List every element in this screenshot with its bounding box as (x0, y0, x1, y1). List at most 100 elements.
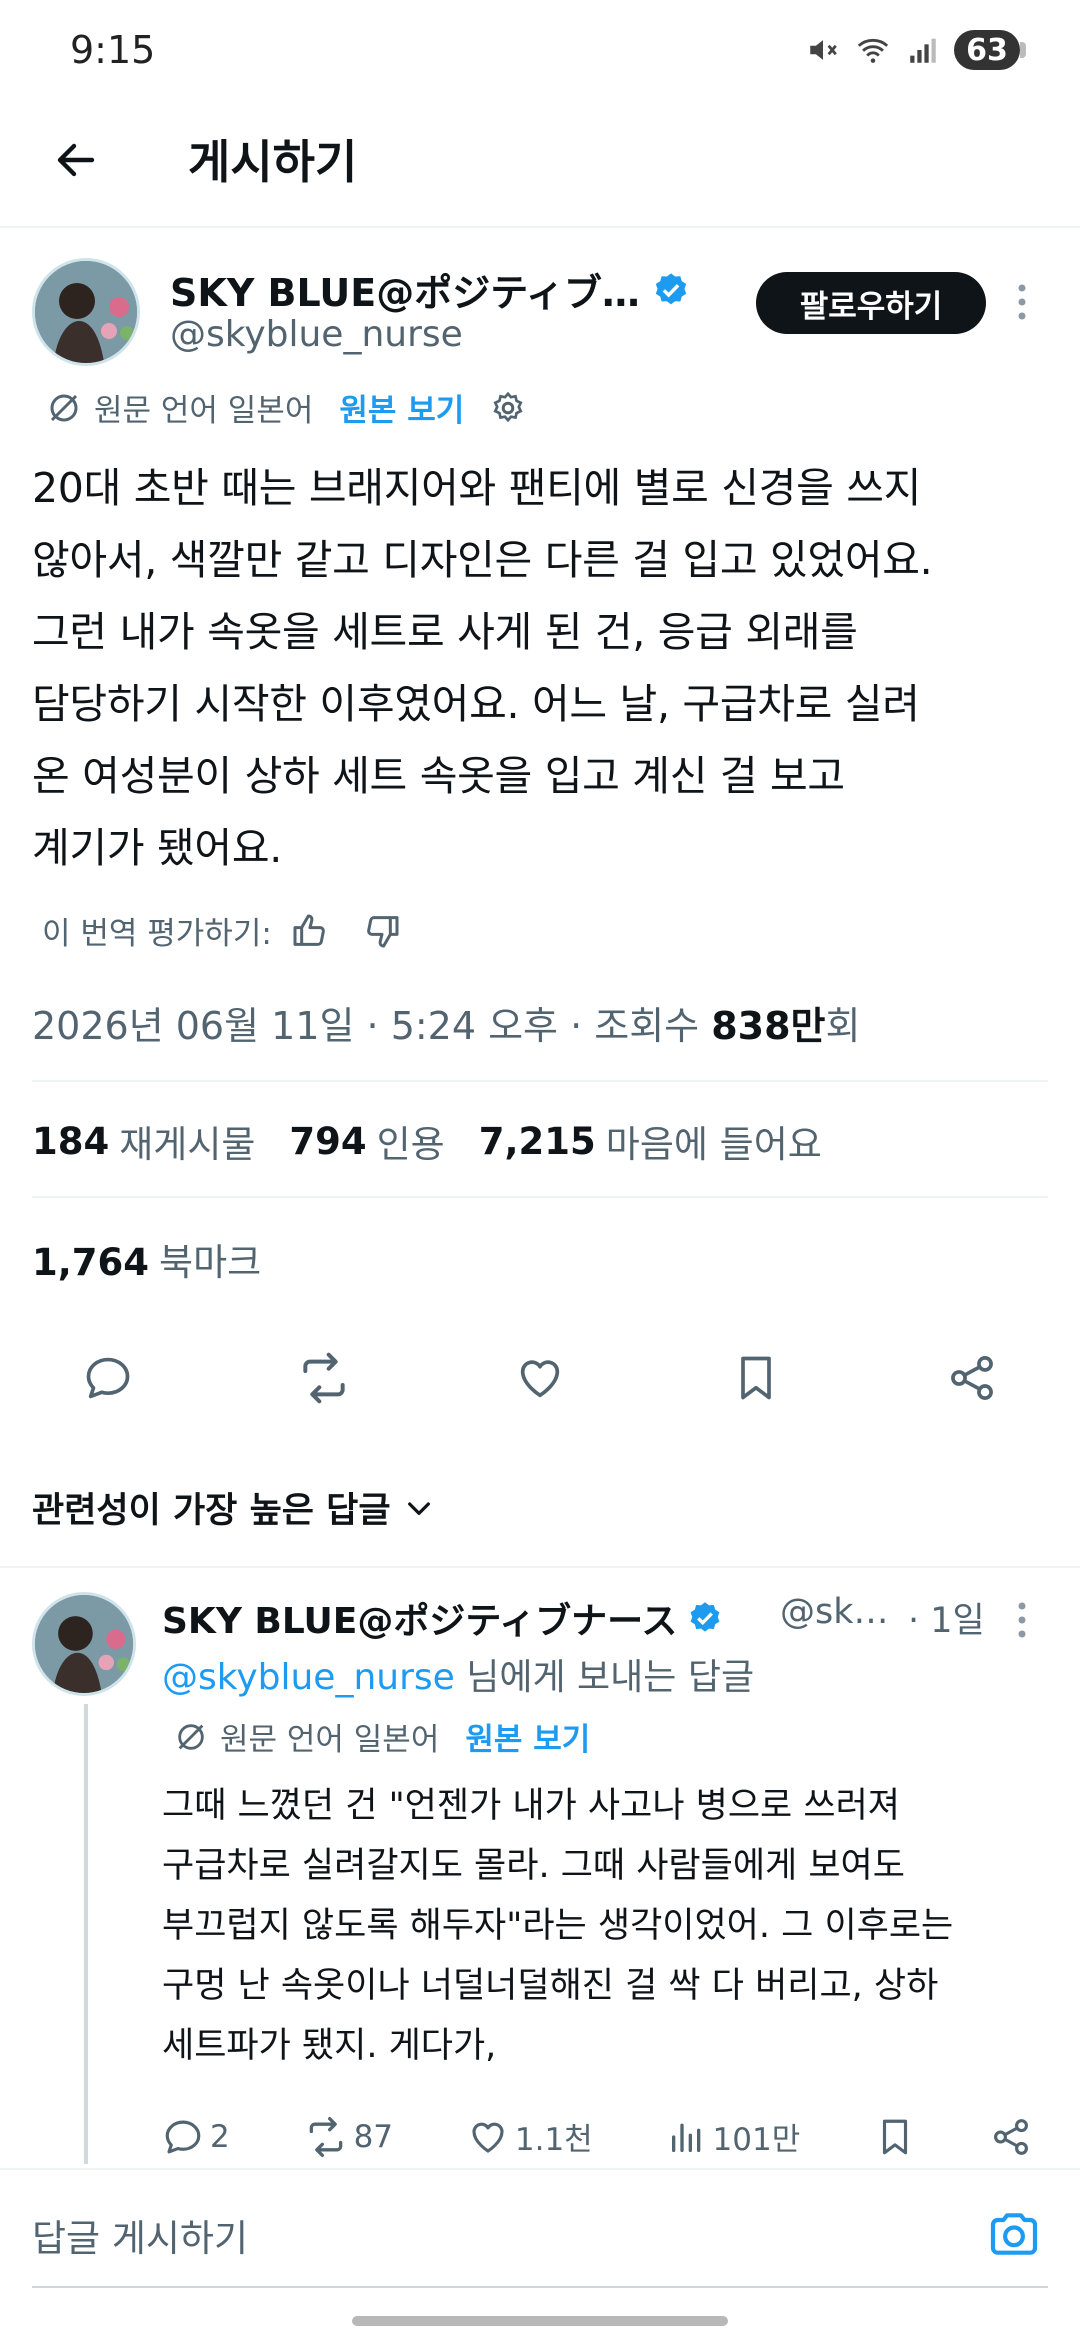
reply-time: · 1일 (908, 1601, 985, 1641)
share-icon (990, 2116, 1032, 2158)
avatar[interactable] (32, 258, 140, 366)
author-name-text: SKY BLUE@ポジティブ… (170, 271, 640, 315)
view-suffix: 회 (825, 1004, 861, 1048)
reply-button[interactable] (78, 1348, 138, 1408)
divider (0, 226, 1080, 228)
thumbs-down-icon[interactable] (362, 911, 402, 951)
reply-views-button[interactable]: 101만 (667, 2114, 801, 2159)
reply-action-bar: 2 87 1.1천 101만 (162, 2114, 1032, 2159)
translate-icon (174, 1720, 208, 1754)
post-line: 않아서, 색깔만 같고 디자인은 다른 걸 입고 있었어요. (32, 536, 933, 584)
reply-line: 구급차로 실려갈지도 몰라. 그때 사람들에게 보여도 (162, 1846, 905, 1886)
reply-count: 2 (210, 2118, 230, 2155)
reply-repost-button[interactable]: 87 (304, 2115, 393, 2159)
divider (0, 1566, 1080, 1568)
bookmark-button[interactable] (726, 1348, 786, 1408)
author-handle[interactable]: @skyblue_nurse (170, 314, 463, 355)
post-meta: 2026년 06월 11일 · 5:24 오후 · 조회수 838만회 (32, 995, 861, 1050)
more-options-icon[interactable] (1016, 282, 1028, 322)
camera-icon (986, 2206, 1042, 2262)
post-line: 온 여성분이 상하 세트 속옷을 입고 계신 걸 보고 (32, 752, 845, 800)
page-title: 게시하기 (188, 135, 358, 189)
translate-icon (46, 390, 82, 426)
reply-avatar[interactable] (32, 1592, 136, 1696)
arrow-left-icon (52, 136, 100, 184)
reply-line: 구멍 난 속옷이나 너덜너덜해진 걸 싹 다 버리고, 상하 (162, 1966, 939, 2006)
view-count: 101만 (712, 2122, 801, 2158)
status-time: 9:15 (70, 28, 156, 72)
rate-label: 이 번역 평가하기: (42, 916, 272, 952)
translation-note: 원문 언어 일본어 (94, 393, 314, 429)
reply-line: 세트파가 됐지. 게다가, (162, 2026, 497, 2066)
divider (32, 1196, 1048, 1198)
bookmark-count: 1,764 (32, 1241, 150, 1284)
reply-share-button[interactable] (990, 2116, 1032, 2158)
repost-label[interactable]: 재게시물 (119, 1114, 255, 1168)
share-button[interactable] (942, 1348, 1002, 1408)
repost-icon (304, 2115, 348, 2159)
reply-line: 그때 느꼈던 건 "언젠가 내가 사고나 병으로 쓰러져 (162, 1786, 900, 1826)
verified-badge-icon (652, 271, 690, 309)
follow-button[interactable]: 팔로우하기 (756, 272, 986, 334)
quote-label[interactable]: 인용 (377, 1114, 445, 1168)
post-line: 담당하기 시작한 이후였어요. 어느 날, 구급차로 실려 (32, 680, 920, 728)
repost-count: 87 (353, 2118, 394, 2155)
post-line: 계기가 됐어요. (32, 824, 282, 872)
like-button[interactable] (510, 1348, 570, 1408)
author-name[interactable]: SKY BLUE@ポジティブ… (170, 262, 690, 317)
reply-bookmark-button[interactable] (874, 2116, 916, 2158)
bar-chart-icon (667, 2117, 707, 2157)
translation-bar: 원문 언어 일본어 원본 보기 (46, 385, 526, 430)
comment-icon (82, 1352, 134, 1404)
like-count: 1.1천 (514, 2122, 593, 2158)
reply-line: 부끄럽지 않도록 해두자"라는 생각이었어. 그 이후로는 (162, 1906, 954, 1946)
replying-to: @skyblue_nurse 님에게 보내는 답글 (162, 1648, 754, 1700)
divider (32, 1080, 1048, 1082)
bookmark-icon (730, 1352, 782, 1404)
like-count[interactable]: 7,215 (479, 1120, 596, 1163)
reply-composer-input[interactable]: 답글 게시하기 (32, 2208, 248, 2262)
divider (0, 2168, 1080, 2170)
repost-button[interactable] (294, 1348, 354, 1408)
camera-button[interactable] (986, 2206, 1042, 2262)
reply-like-button[interactable]: 1.1천 (467, 2114, 593, 2159)
view-count: 838만 (711, 1004, 826, 1048)
bookmark-icon (874, 2116, 916, 2158)
repost-count[interactable]: 184 (32, 1120, 109, 1163)
back-button[interactable] (46, 130, 106, 190)
replying-to-suffix: 님에게 보내는 답글 (454, 1657, 755, 1698)
post-line: 20대 초반 때는 브래지어와 팬티에 별로 신경을 쓰지 (32, 464, 922, 512)
reply-sort-dropdown[interactable]: 관련성이 가장 높은 답글 (32, 1482, 435, 1533)
bookmark-label: 북마크 (159, 1241, 262, 1284)
sort-label: 관련성이 가장 높은 답글 (32, 1491, 391, 1531)
view-original-link[interactable]: 원본 보기 (465, 1714, 590, 1759)
composer-underline (32, 2286, 1048, 2288)
verified-badge-icon (687, 1600, 723, 1636)
replying-to-handle[interactable]: @skyblue_nurse (162, 1657, 455, 1698)
reply-body: 그때 느꼈던 건 "언젠가 내가 사고나 병으로 쓰러져 구급차로 실려갈지도 … (162, 1776, 1042, 2076)
reply-author-name[interactable]: SKY BLUE@ポジティブナース (162, 1592, 723, 1644)
status-icons: 63 (806, 30, 1026, 70)
rate-translation: 이 번역 평가하기: (42, 908, 402, 953)
home-indicator[interactable] (352, 2316, 728, 2326)
repost-icon (296, 1350, 352, 1406)
thread-line (84, 1704, 88, 2164)
wifi-icon (854, 33, 892, 67)
heart-icon (467, 2116, 509, 2158)
like-label[interactable]: 마음에 들어요 (606, 1114, 822, 1168)
post-body: 20대 초반 때는 브래지어와 팬티에 별로 신경을 쓰지 않아서, 색깔만 같… (32, 452, 1052, 884)
comment-icon (162, 2116, 204, 2158)
gear-icon[interactable] (490, 390, 526, 426)
more-options-icon[interactable] (1016, 1600, 1028, 1640)
share-icon (946, 1352, 998, 1404)
view-original-link[interactable]: 원본 보기 (339, 385, 464, 430)
reply-handle[interactable]: @sk… (780, 1592, 889, 1632)
reply-author-text: SKY BLUE@ポジティブナース (162, 1601, 678, 1642)
reply-reply-button[interactable]: 2 (162, 2116, 230, 2158)
thumbs-up-icon[interactable] (290, 911, 330, 951)
chevron-down-icon (403, 1492, 435, 1524)
heart-icon (514, 1352, 566, 1404)
quote-count[interactable]: 794 (289, 1120, 366, 1163)
reply-translation-bar: 원문 언어 일본어 원본 보기 (174, 1714, 590, 1759)
mute-icon (806, 33, 840, 67)
